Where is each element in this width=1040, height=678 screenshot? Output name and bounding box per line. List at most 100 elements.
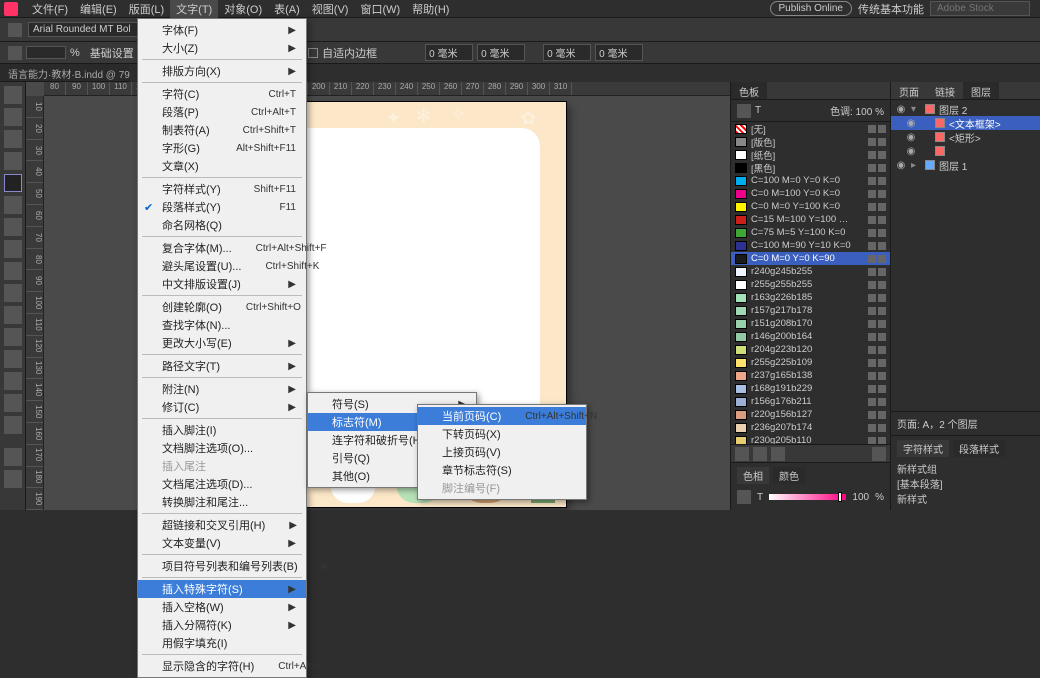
layer-row[interactable]: ◉<矩形> [891, 130, 1040, 144]
visibility-toggle-icon[interactable]: ◉ [905, 132, 917, 143]
new-swatch-icon[interactable] [753, 447, 767, 461]
tab-para-styles[interactable]: 段落样式 [953, 440, 1005, 457]
stock-search-input[interactable] [930, 1, 1030, 16]
menu-item[interactable]: 字符样式(Y)Shift+F11 [138, 180, 306, 198]
pen-tool-icon[interactable] [4, 218, 22, 236]
rectangle-frame-tool-icon[interactable] [4, 262, 22, 280]
menu-item[interactable]: 插入分隔符(K)▶ [138, 616, 306, 634]
menu-item[interactable]: 当前页码(C)Ctrl+Alt+Shift+N [418, 407, 586, 425]
markers-submenu[interactable]: 当前页码(C)Ctrl+Alt+Shift+N下转页码(X)上接页码(V)章节标… [417, 404, 587, 500]
font-family-dropdown[interactable]: Arial Rounded MT Bol [28, 22, 138, 37]
tab-pages[interactable]: 页面 [891, 82, 927, 99]
menu-type[interactable]: 文字(T) [170, 0, 218, 19]
swatch-row[interactable]: C=0 M=0 Y=100 K=0 [731, 200, 890, 213]
menu-item[interactable]: 项目符号列表和编号列表(B)▶ [138, 557, 306, 575]
swatch-row[interactable]: r151g208b170 [731, 317, 890, 330]
menu-item[interactable]: 字体(F)▶ [138, 21, 306, 39]
layer-row[interactable]: ◉▸图层 1 [891, 158, 1040, 172]
menu-help[interactable]: 帮助(H) [406, 0, 455, 19]
swatch-row[interactable]: r255g255b255 [731, 278, 890, 291]
layer-row[interactable]: ◉<文本框架> [891, 116, 1040, 130]
scissors-tool-icon[interactable] [4, 306, 22, 324]
swatch-row[interactable]: r236g207b174 [731, 421, 890, 434]
swatch-row[interactable]: [版色] [731, 135, 890, 148]
target-icon[interactable] [1028, 147, 1036, 155]
menu-item[interactable]: 中文排版设置(J)▶ [138, 275, 306, 293]
menu-item[interactable]: 文本变量(V)▶ [138, 534, 306, 552]
layer-row[interactable]: ◉ [891, 144, 1040, 158]
tab-char-styles[interactable]: 字符样式 [897, 440, 949, 457]
swatch-row[interactable]: C=15 M=100 Y=100 K=0 [731, 213, 890, 226]
menu-item[interactable]: 插入空格(W)▶ [138, 598, 306, 616]
x-field[interactable]: 0 毫米 [425, 44, 473, 61]
layer-row[interactable]: ◉▾图层 2 [891, 102, 1040, 116]
swatch-row[interactable]: [黑色] [731, 161, 890, 174]
menu-table[interactable]: 表(A) [268, 0, 306, 19]
visibility-toggle-icon[interactable]: ◉ [895, 160, 907, 171]
swatch-row[interactable]: r156g176b211 [731, 395, 890, 408]
swap-icon[interactable] [8, 46, 22, 60]
swatch-row[interactable]: r220g156b127 [731, 408, 890, 421]
swatch-search-icon[interactable] [735, 447, 749, 461]
swatch-row[interactable]: r157g217b178 [731, 304, 890, 317]
rectangle-tool-icon[interactable] [4, 284, 22, 302]
gradient-tool-icon[interactable] [4, 350, 22, 368]
menu-item[interactable]: 字符(C)Ctrl+T [138, 85, 306, 103]
menu-item[interactable]: 附注(N)▶ [138, 380, 306, 398]
menu-item[interactable]: 命名网格(Q) [138, 216, 306, 234]
menu-item[interactable]: 文档尾注选项(D)... [138, 475, 306, 493]
view-mode-icon[interactable] [4, 470, 22, 488]
hand-tool-icon[interactable] [4, 394, 22, 412]
tint-value[interactable]: 100 [856, 107, 873, 118]
menu-item[interactable]: 大小(Z)▶ [138, 39, 306, 57]
menu-item[interactable]: 更改大小写(E)▶ [138, 334, 306, 352]
gap-tool-icon[interactable] [4, 152, 22, 170]
new-color-group-icon[interactable] [771, 447, 785, 461]
delete-swatch-icon[interactable] [872, 447, 886, 461]
swatch-row[interactable]: r204g223b120 [731, 343, 890, 356]
menu-item[interactable]: 显示隐含的字符(H)Ctrl+Alt+I [138, 657, 306, 675]
type-menu[interactable]: 字体(F)▶大小(Z)▶排版方向(X)▶字符(C)Ctrl+T段落(P)Ctrl… [137, 18, 307, 678]
w-field[interactable]: 0 毫米 [543, 44, 591, 61]
zoom-tool-icon[interactable] [4, 416, 22, 434]
free-transform-tool-icon[interactable] [4, 328, 22, 346]
menu-item[interactable]: 文档脚注选项(O)... [138, 439, 306, 457]
menu-item[interactable]: 复合字体(M)...Ctrl+Alt+Shift+F [138, 239, 306, 257]
menu-item[interactable]: 插入脚注(I) [138, 421, 306, 439]
page-tool-icon[interactable] [4, 130, 22, 148]
style-item[interactable]: 新样式 [897, 491, 1034, 506]
menu-item[interactable]: 避头尾设置(U)...Ctrl+Shift+K [138, 257, 306, 275]
publish-online-button[interactable]: Publish Online [770, 1, 852, 16]
swatch-row[interactable]: [无] [731, 122, 890, 135]
tint-slider[interactable] [769, 494, 846, 500]
type-tool-icon[interactable] [4, 174, 22, 192]
menu-window[interactable]: 窗口(W) [354, 0, 406, 19]
menu-item[interactable]: 制表符(A)Ctrl+Shift+T [138, 121, 306, 139]
menu-item[interactable]: 下转页码(X) [418, 425, 586, 443]
fill-swatch-icon[interactable] [737, 104, 751, 118]
menu-item[interactable]: 创建轮廓(O)Ctrl+Shift+O [138, 298, 306, 316]
menu-file[interactable]: 文件(F) [26, 0, 74, 19]
color-chip-icon[interactable] [737, 490, 751, 504]
menu-object[interactable]: 对象(O) [218, 0, 268, 19]
mode-label[interactable]: 基础设置 [90, 45, 134, 61]
tab-links[interactable]: 链接 [927, 82, 963, 99]
style-item[interactable]: 新样式组 [897, 461, 1034, 476]
visibility-toggle-icon[interactable]: ◉ [905, 118, 917, 129]
menu-view[interactable]: 视图(V) [306, 0, 355, 19]
opacity-input[interactable] [26, 46, 66, 59]
workspace-label[interactable]: 传统基本功能 [858, 1, 924, 17]
visibility-toggle-icon[interactable]: ◉ [905, 146, 917, 157]
target-icon[interactable] [1028, 105, 1036, 113]
menu-item[interactable]: 字形(G)Alt+Shift+F11 [138, 139, 306, 157]
autofit-checkbox[interactable] [308, 48, 318, 58]
menu-item[interactable]: 插入特殊字符(S)▶ [138, 580, 306, 598]
swatch-row[interactable]: r163g226b185 [731, 291, 890, 304]
tint-slider-value[interactable]: 100 [852, 492, 869, 503]
swatch-row[interactable]: r146g200b164 [731, 330, 890, 343]
menu-item[interactable]: 修订(C)▶ [138, 398, 306, 416]
line-tool-icon[interactable] [4, 196, 22, 214]
h-field[interactable]: 0 毫米 [595, 44, 643, 61]
target-icon[interactable] [1028, 161, 1036, 169]
menu-item[interactable]: ✔段落样式(Y)F11 [138, 198, 306, 216]
